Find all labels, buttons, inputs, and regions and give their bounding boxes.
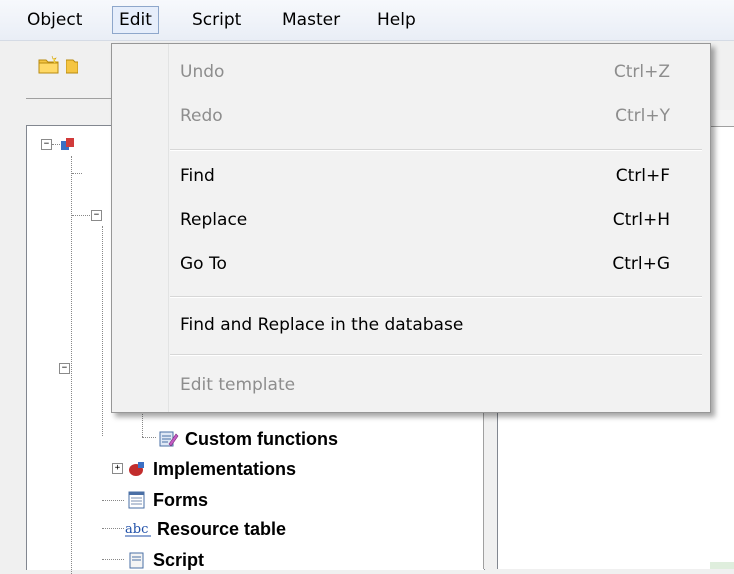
- tree-guide: [71, 156, 72, 574]
- menu-item-label: Edit template: [180, 375, 296, 395]
- menu-separator: [170, 354, 702, 356]
- tree-item-label: Implementations: [153, 458, 297, 479]
- tree-collapse-icon[interactable]: −: [41, 139, 52, 150]
- edit-menu: Undo Ctrl+Z Redo Ctrl+Y Find Ctrl+F Repl…: [111, 43, 711, 413]
- custom-functions-icon: [159, 431, 179, 447]
- menu-object[interactable]: Object: [21, 6, 88, 34]
- resource-table-icon: abc: [125, 522, 151, 537]
- menu-item-label: Replace: [180, 210, 248, 230]
- menu-item-shortcut: Ctrl+Z: [613, 62, 670, 82]
- menu-item-label: Go To: [180, 254, 227, 274]
- tree-item-label: Custom functions: [185, 428, 338, 449]
- tree-item-resource-table[interactable]: abc Resource table: [125, 516, 286, 542]
- tree-guide: [102, 559, 124, 560]
- menu-separator: [170, 296, 702, 298]
- menu-item-label: Find: [180, 166, 215, 186]
- script-icon: [129, 552, 144, 569]
- menu-item-redo[interactable]: Redo Ctrl+Y: [112, 99, 710, 133]
- menu-item-find[interactable]: Find Ctrl+F: [112, 159, 710, 193]
- menu-item-shortcut: Ctrl+G: [612, 254, 670, 274]
- open-folder-icon[interactable]: [66, 55, 78, 75]
- menu-item-replace[interactable]: Replace Ctrl+H: [112, 203, 710, 237]
- tree-collapse-icon[interactable]: −: [91, 210, 102, 221]
- tree-guide: [72, 215, 90, 216]
- tree-collapse-icon[interactable]: −: [59, 363, 70, 374]
- tree-item-label: Script: [153, 549, 205, 570]
- status-indicator: [710, 562, 734, 569]
- new-folder-icon[interactable]: [38, 55, 60, 75]
- menu-item-edit-template[interactable]: Edit template: [112, 368, 710, 402]
- menu-script[interactable]: Script: [186, 6, 247, 34]
- tree-item-forms[interactable]: Forms: [127, 487, 208, 513]
- menu-item-shortcut: Ctrl+H: [612, 210, 670, 230]
- tree-item-label: Forms: [153, 489, 209, 510]
- toolbar-divider: [26, 98, 116, 99]
- tree-item-label: Resource table: [157, 518, 287, 539]
- menu-item-shortcut: Ctrl+F: [615, 166, 670, 186]
- menu-item-go-to[interactable]: Go To Ctrl+G: [112, 247, 710, 281]
- database-root-icon: [61, 138, 74, 150]
- tree-item-custom-functions[interactable]: Custom functions: [159, 426, 338, 452]
- menu-help[interactable]: Help: [371, 6, 422, 34]
- menu-edit[interactable]: Edit: [112, 6, 159, 34]
- menu-master[interactable]: Master: [276, 6, 346, 34]
- tree-guide: [102, 528, 124, 529]
- menu-item-find-replace-database[interactable]: Find and Replace in the database: [112, 308, 710, 342]
- tree-guide: [102, 500, 124, 501]
- menu-item-label: Find and Replace in the database: [180, 315, 464, 335]
- menu-separator: [170, 149, 702, 151]
- menu-item-label: Undo: [180, 62, 225, 82]
- menu-item-shortcut: Ctrl+Y: [615, 106, 670, 126]
- menu-item-label: Redo: [180, 106, 223, 126]
- tree-guide: [102, 226, 103, 436]
- tree-guide: [72, 173, 82, 174]
- tree-item-script[interactable]: Script: [127, 547, 204, 573]
- menu-bar: Object Edit Script Master Help: [0, 0, 734, 41]
- forms-icon: [128, 491, 145, 509]
- implementations-icon: [129, 462, 144, 476]
- svg-text:abc: abc: [125, 522, 148, 537]
- tree-expand-icon[interactable]: +: [112, 463, 123, 474]
- tree-item-implementations[interactable]: Implementations: [127, 456, 296, 482]
- menu-item-undo[interactable]: Undo Ctrl+Z: [112, 55, 710, 89]
- tree-guide: [142, 437, 156, 438]
